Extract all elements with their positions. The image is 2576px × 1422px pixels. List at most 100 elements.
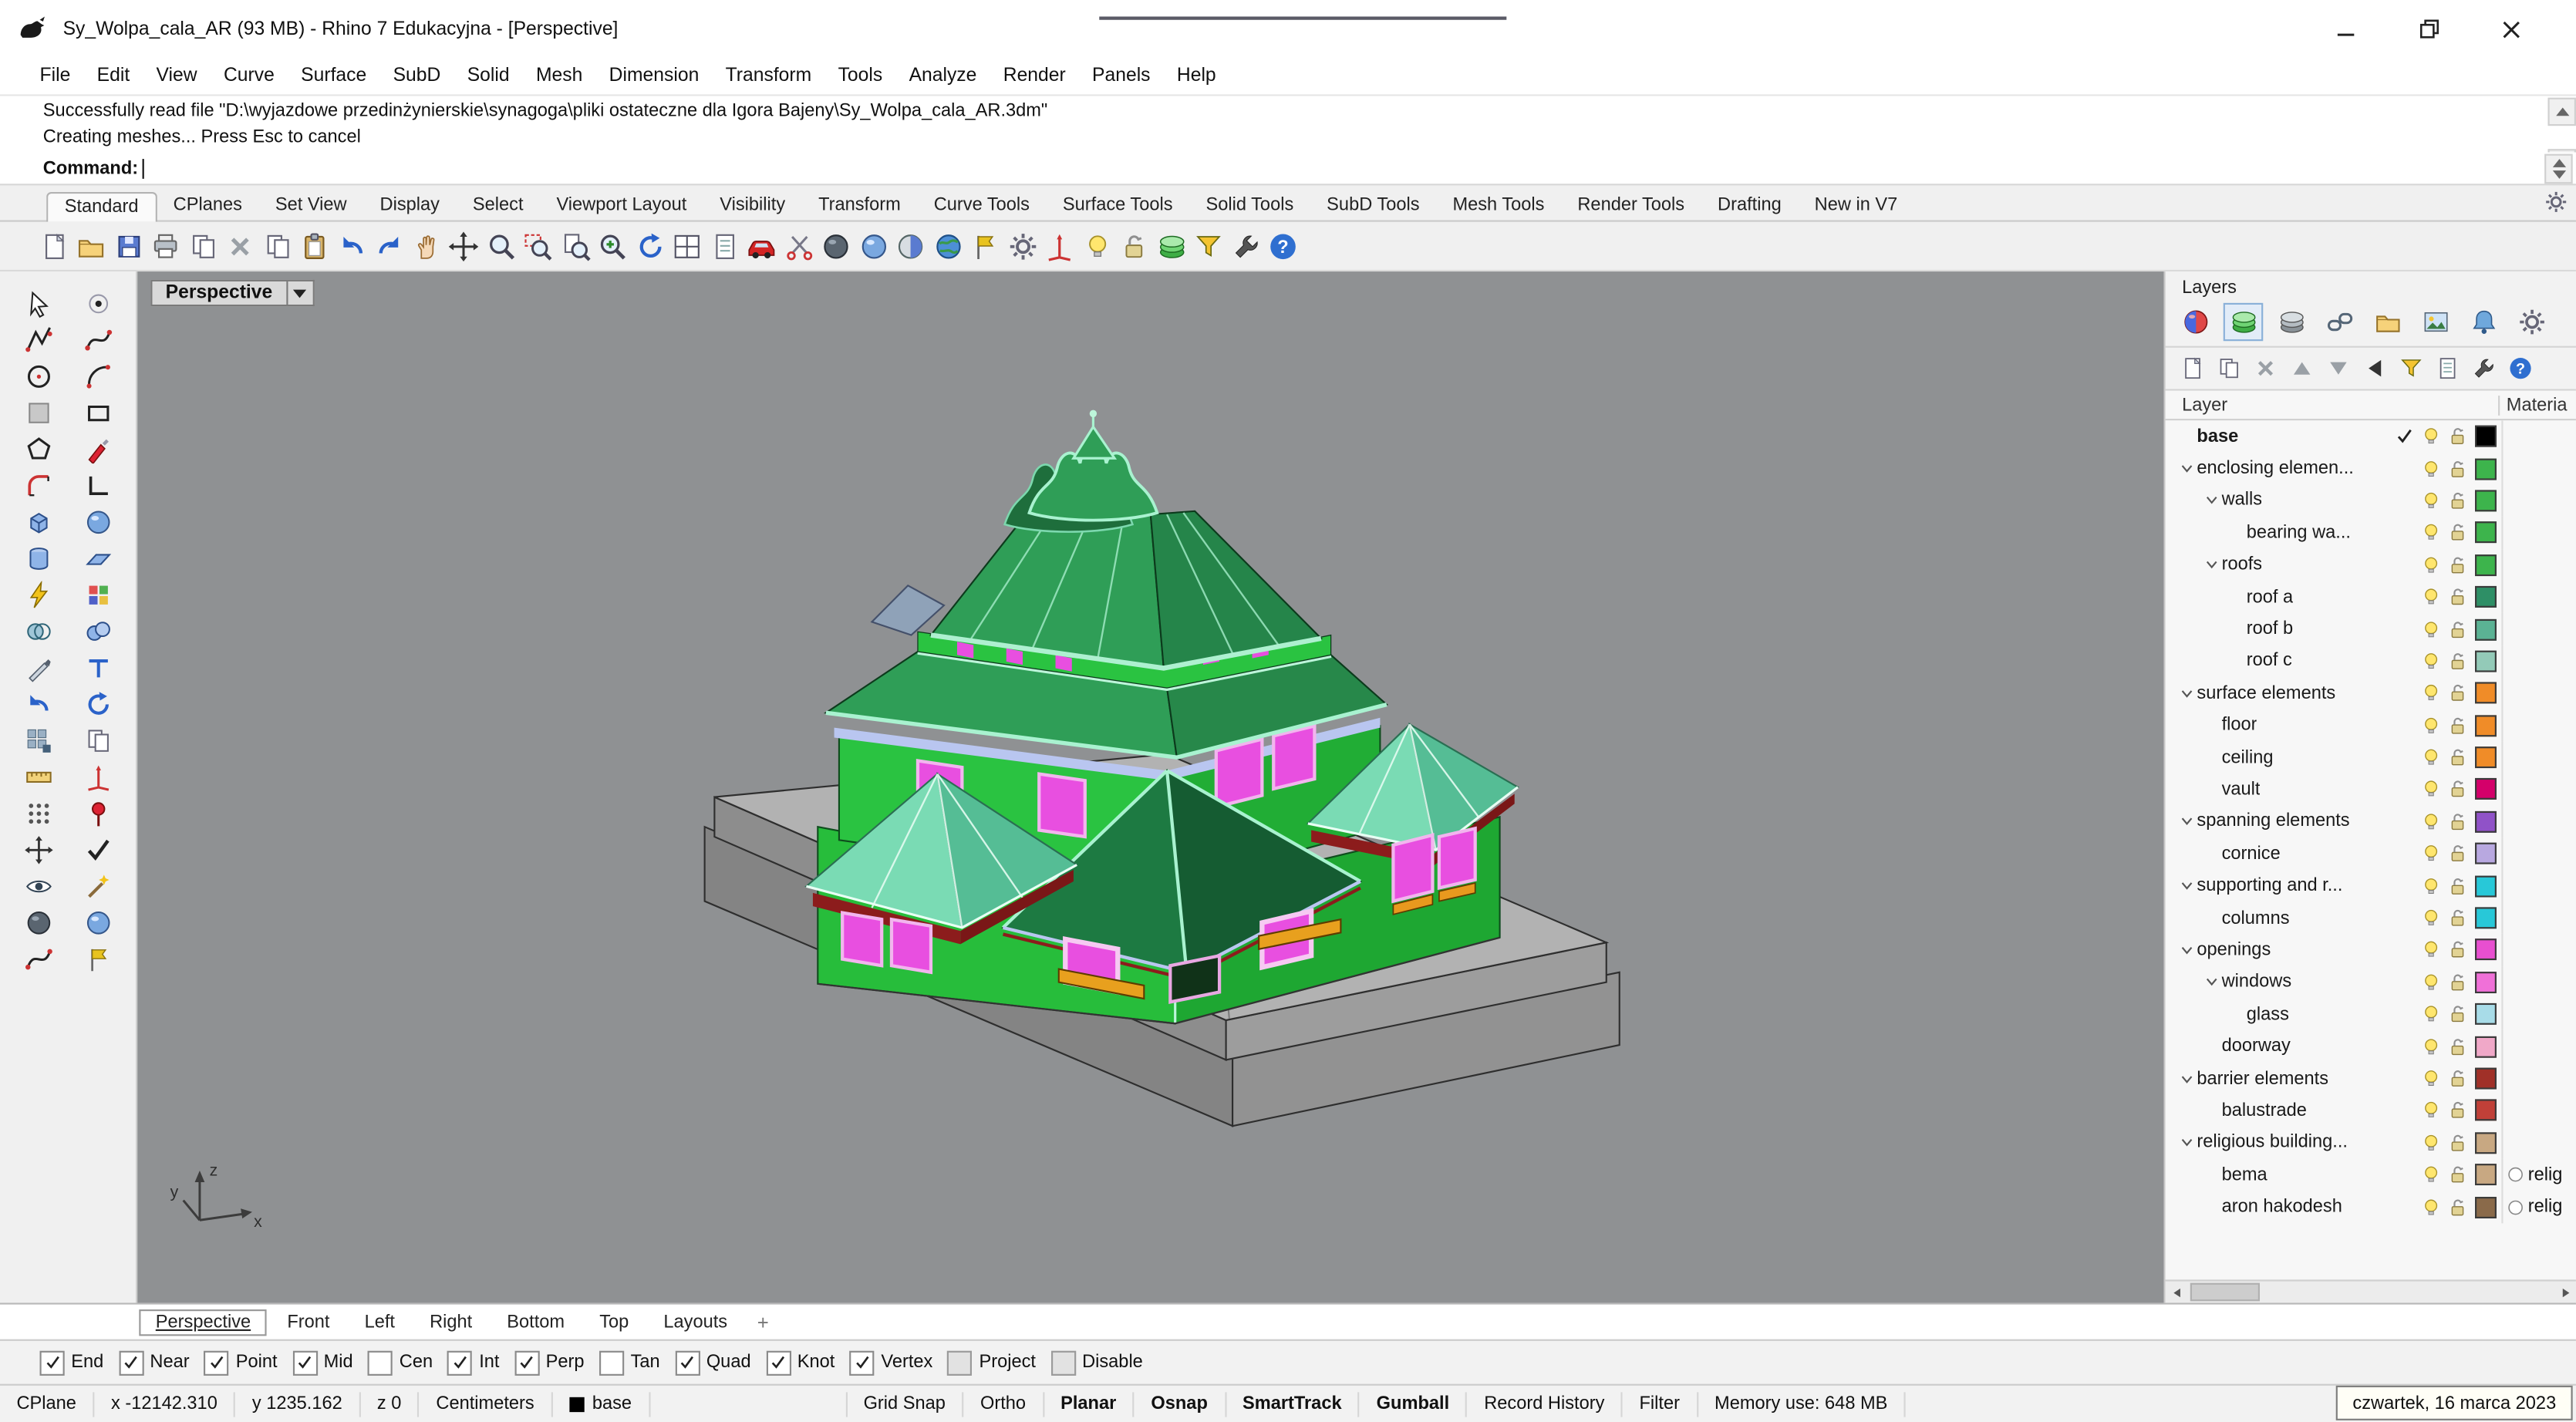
help-icon[interactable]: ? [1266, 228, 1300, 263]
osnap-vertex[interactable]: Vertex [850, 1350, 933, 1375]
move-object-icon[interactable] [446, 228, 480, 263]
viewport-tab-left[interactable]: Left [349, 1310, 410, 1333]
layer-visibility-bulb-icon[interactable] [2417, 843, 2443, 864]
delete-layer-icon[interactable] [2251, 354, 2279, 382]
copy-object-tool-icon[interactable] [81, 725, 114, 755]
layer-tools-icon[interactable] [2470, 354, 2498, 382]
command-spinner[interactable] [2544, 154, 2572, 184]
layer-color-swatch[interactable] [2475, 907, 2497, 928]
rendering-tab-icon[interactable] [2416, 303, 2456, 341]
layer-row-floor[interactable]: floor [2166, 709, 2576, 742]
viewport-menu-arrow-icon[interactable] [288, 280, 314, 306]
layer-lock-icon[interactable] [2443, 458, 2470, 480]
layer-color-swatch[interactable] [2475, 682, 2497, 704]
render-tool-icon[interactable] [81, 907, 114, 937]
layers-help-icon[interactable]: ? [2507, 354, 2534, 382]
menu-file[interactable]: File [26, 63, 83, 89]
filter-layers-icon[interactable] [2397, 354, 2425, 382]
layer-row-surface-elements[interactable]: surface elements [2166, 677, 2576, 709]
viewport-title[interactable]: Perspective [150, 280, 287, 306]
layer-visibility-bulb-icon[interactable] [2417, 1068, 2443, 1090]
layer-material-cell[interactable] [2501, 420, 2576, 453]
osnap-cen-checkbox[interactable] [368, 1350, 393, 1375]
rotate-view-icon[interactable] [632, 228, 667, 263]
layer-material-cell[interactable] [2501, 934, 2576, 966]
viewport-tab-right[interactable]: Right [415, 1310, 487, 1333]
layer-expand-icon[interactable] [2176, 685, 2197, 701]
layer-color-swatch[interactable] [2475, 1036, 2497, 1057]
osnap-project-checkbox[interactable] [948, 1350, 973, 1375]
viewport-tab-perspective[interactable]: Perspective [139, 1309, 267, 1335]
status-memory-use-648-mb[interactable]: Memory use: 648 MB [1698, 1391, 1906, 1416]
layer-color-swatch[interactable] [2475, 939, 2497, 961]
offset-tool-icon[interactable] [81, 470, 114, 500]
magic-tool-icon[interactable] [81, 871, 114, 901]
layer-row-roof-c[interactable]: roof c [2166, 645, 2576, 678]
layer-visibility-bulb-icon[interactable] [2417, 618, 2443, 640]
layers-horizontal-scrollbar[interactable] [2166, 1279, 2576, 1302]
layer-material-cell[interactable] [2501, 870, 2576, 902]
sketch-tool-icon[interactable] [81, 433, 114, 463]
hide-object-bulb-icon[interactable] [1080, 228, 1114, 263]
layer-color-swatch[interactable] [2475, 458, 2497, 480]
boolean-tool-icon[interactable] [22, 616, 55, 646]
osnap-disable-checkbox[interactable] [1050, 1350, 1075, 1375]
layer-color-swatch[interactable] [2475, 972, 2497, 993]
scroll-right-icon[interactable] [2554, 1282, 2576, 1302]
menu-render[interactable]: Render [990, 63, 1079, 89]
layer-visibility-bulb-icon[interactable] [2417, 907, 2443, 928]
join-tool-icon[interactable] [81, 579, 114, 609]
visibility-tool-icon[interactable] [22, 871, 55, 901]
layer-color-swatch[interactable] [2475, 811, 2497, 833]
toolbar-tab-select[interactable]: Select [456, 192, 540, 220]
menu-analyze[interactable]: Analyze [895, 63, 990, 89]
status-gumball[interactable]: Gumball [1360, 1391, 1468, 1416]
layer-lock-icon[interactable] [2443, 1196, 2470, 1218]
layer-lock-icon[interactable] [2443, 426, 2470, 447]
layer-expand-icon[interactable] [2200, 557, 2222, 573]
libraries-tab-icon[interactable] [2367, 303, 2407, 341]
rebuild-tool-icon[interactable] [81, 689, 114, 719]
layer-material-cell[interactable] [2501, 453, 2576, 485]
layer-color-swatch[interactable] [2475, 875, 2497, 897]
layer-visibility-bulb-icon[interactable] [2417, 1003, 2443, 1025]
layer-lock-icon[interactable] [2443, 586, 2470, 608]
osnap-quad-checkbox[interactable] [675, 1350, 700, 1375]
array-tool-icon[interactable] [22, 725, 55, 755]
point-tool-icon[interactable] [81, 288, 114, 318]
osnap-disable[interactable]: Disable [1050, 1350, 1143, 1375]
rectangle-tool-icon[interactable] [81, 397, 114, 427]
layer-row-religious-building[interactable]: religious building... [2166, 1127, 2576, 1159]
shaded-mode-icon[interactable] [818, 228, 853, 263]
layer-material-cell[interactable] [2501, 1063, 2576, 1095]
zoom-extents-icon[interactable] [558, 228, 592, 263]
layers-tab-icon[interactable] [2224, 303, 2264, 341]
open-file-icon[interactable] [74, 228, 109, 263]
layers-icon[interactable] [1154, 228, 1189, 263]
layer-lock-icon[interactable] [2443, 972, 2470, 993]
layer-row-vault[interactable]: vault [2166, 773, 2576, 806]
layer-visibility-bulb-icon[interactable] [2417, 522, 2443, 544]
zoom-window-icon[interactable] [521, 228, 555, 263]
menu-curve[interactable]: Curve [211, 63, 288, 89]
layer-material-cell[interactable] [2501, 709, 2576, 742]
toolbar-tab-cplanes[interactable]: CPlanes [157, 192, 258, 220]
layer-material-cell[interactable] [2501, 645, 2576, 678]
layer-lock-icon[interactable] [2443, 715, 2470, 736]
layer-lock-icon[interactable] [2443, 1068, 2470, 1090]
layer-visibility-bulb-icon[interactable] [2417, 875, 2443, 897]
zoom-selected-icon[interactable] [595, 228, 630, 263]
layer-row-barrier-elements[interactable]: barrier elements [2166, 1063, 2576, 1095]
points-grid-tool-icon[interactable] [22, 798, 55, 828]
menu-help[interactable]: Help [1164, 63, 1229, 89]
menu-solid[interactable]: Solid [454, 63, 523, 89]
osnap-tan-checkbox[interactable] [599, 1350, 624, 1375]
links-tab-icon[interactable] [2319, 303, 2359, 341]
move-layer-up-icon[interactable] [2288, 354, 2315, 382]
layer-material-cell[interactable] [2501, 613, 2576, 645]
osnap-end[interactable]: End [40, 1350, 104, 1375]
zoom-dynamic-icon[interactable] [484, 228, 518, 263]
trim-tool-icon[interactable] [22, 652, 55, 682]
layer-row-spanning-elements[interactable]: spanning elements [2166, 806, 2576, 838]
ghosted-mode-icon[interactable] [893, 228, 928, 263]
